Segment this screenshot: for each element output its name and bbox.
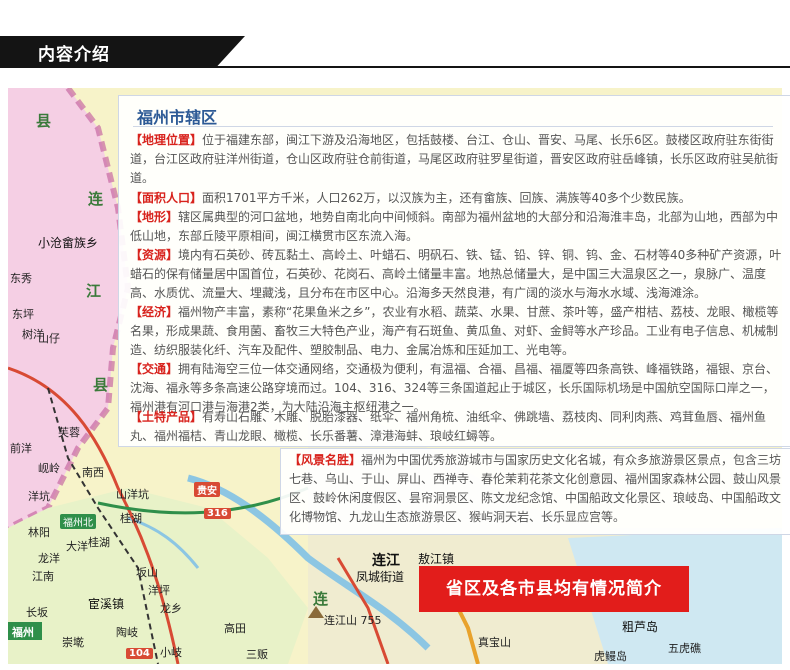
map-label-longyang: 龙洋 bbox=[38, 552, 60, 565]
text-population: 面积1701平方千米，人口262万，以汉族为主，还有畲族、回族、满族等40多个少… bbox=[202, 191, 691, 205]
map-label-wuhu: 五虎礁 bbox=[668, 642, 701, 655]
para-specialties: 【土特产品】有寿山石雕、木雕、脱胎漆器、纸伞、福州角梳、油纸伞、佛跳墙、荔枝肉、… bbox=[130, 408, 786, 446]
map-label-eling: 岘岭 bbox=[38, 462, 60, 475]
map-label-xiaoqi: 小岐 bbox=[160, 646, 182, 659]
map-label-zhenbao: 真宝山 bbox=[478, 636, 511, 649]
map-label-gongxiang: 宦溪镇 bbox=[88, 597, 125, 611]
tag-economy: 【经济】 bbox=[130, 305, 179, 319]
map-label-guihu: 桂湖 bbox=[120, 512, 142, 525]
map-label-nandian: 南西 bbox=[82, 466, 104, 479]
tag-scenic: 【风景名胜】 bbox=[289, 453, 362, 467]
map-label-cuqian: 粗芦岛 bbox=[622, 620, 659, 634]
info-panel: 福州市辖区 【地理位置】位于福建东部，闽江下游及沿海地区，包括鼓楼、台江、仓山、… bbox=[118, 95, 790, 447]
map-label-jiang: 江 bbox=[86, 282, 102, 300]
map-label-hulan: 虎鳗岛 bbox=[594, 650, 627, 663]
map-label-shanyang: 山洋坑 bbox=[116, 488, 149, 501]
section-title: 内容介绍 bbox=[38, 45, 110, 65]
text-terrain: 辖区属典型的河口盆地，地势自南北向中间倾斜。南部为福州盆地的大部分和沿海淮丰岛，… bbox=[130, 210, 779, 243]
tag-terrain: 【地形】 bbox=[130, 210, 179, 224]
map-label-qianyang: 前洋 bbox=[10, 442, 32, 455]
map-label-shangu: 山仔 bbox=[38, 332, 60, 345]
tag-population: 【面积人口】 bbox=[130, 191, 203, 205]
tag-specialties: 【土特产品】 bbox=[130, 410, 203, 424]
promo-banner: 省区及各市县均有情况简介 bbox=[419, 566, 689, 612]
section-divider bbox=[214, 66, 790, 68]
text-location: 位于福建东部，闽江下游及沿海地区，包括鼓楼、台江、仓山、晋安、马尾、长乐6区。鼓… bbox=[130, 133, 779, 185]
section-title-tab: 内容介绍 bbox=[0, 36, 245, 68]
map-label-guian: 贵安 bbox=[194, 482, 220, 497]
map-label-furong: 芙蓉 bbox=[58, 426, 80, 439]
map-label-yangkang: 洋坑 bbox=[28, 490, 50, 503]
para-resources: 【资源】境内有石英砂、砖瓦黏土、高岭土、叶蜡石、明矾石、铁、锰、铅、锌、铜、钨、… bbox=[130, 246, 786, 303]
para-location: 【地理位置】位于福建东部，闽江下游及沿海地区，包括鼓楼、台江、仓山、晋安、马尾、… bbox=[130, 131, 786, 188]
header-band bbox=[0, 0, 790, 40]
para-economy: 【经济】福州物产丰富，素称“花果鱼米之乡”，农业有水稻、蔬菜、水果、甘蔗、茶叶等… bbox=[130, 303, 786, 360]
tag-resources: 【资源】 bbox=[130, 248, 179, 262]
map-label-xian-top: 县 bbox=[36, 112, 52, 130]
text-transport: 拥有陆海空三位一体交通网络，交通极为便利，有温福、合福、昌福、福厦等四条高铁、峰… bbox=[130, 362, 779, 414]
info-panel-title: 福州市辖区 bbox=[137, 108, 218, 127]
map-label-xiaocang: 小沧畲族乡 bbox=[38, 236, 99, 250]
para-terrain: 【地形】辖区属典型的河口盆地，地势自南北向中间倾斜。南部为福州盆地的大部分和沿海… bbox=[130, 208, 786, 246]
text-economy: 福州物产丰富，素称“花果鱼米之乡”，农业有水稻、蔬菜、水果、甘蔗、茶叶等，盛产柑… bbox=[130, 305, 779, 357]
map-label-aojiang: 敖江镇 bbox=[418, 552, 455, 566]
map-label-g104: 104 bbox=[126, 648, 153, 659]
map-label-dayang: 大洋 bbox=[66, 540, 88, 553]
map-label-guizhou: 桂湖 bbox=[88, 536, 110, 549]
map-label-chongqian: 崇墘 bbox=[62, 636, 84, 649]
map-label-lian: 连 bbox=[88, 190, 104, 208]
map-label-jiangnan: 江南 bbox=[32, 570, 54, 583]
info-panel-rule bbox=[133, 126, 773, 127]
para-population: 【面积人口】面积1701平方千米，人口262万，以汉族为主，还有畲族、回族、满族… bbox=[130, 189, 786, 208]
map-label-banshan: 坂山 bbox=[136, 566, 158, 579]
map-label-longxiang: 龙乡 bbox=[160, 602, 182, 615]
map-label-fuzhoubei: 福州北 bbox=[60, 514, 96, 529]
tag-transport: 【交通】 bbox=[130, 362, 179, 376]
map-label-lianjiang: 连江 bbox=[372, 553, 400, 569]
map-label-yangqian: 洋坪 bbox=[148, 584, 170, 597]
para-scenic: 【风景名胜】福州为中国优秀旅游城市与国家历史文化名城，有众多旅游景区景点，包含三… bbox=[289, 451, 789, 527]
tag-location: 【地理位置】 bbox=[130, 133, 203, 147]
map-label-changbai: 长坂 bbox=[26, 606, 48, 619]
map-label-xian: 县 bbox=[93, 376, 109, 394]
map-label-sanfan: 三贩 bbox=[246, 648, 268, 661]
text-scenic: 福州为中国优秀旅游城市与国家历史文化名城，有众多旅游景区景点，包含三坊七巷、乌山… bbox=[289, 453, 782, 524]
map-label-dongxiu: 东秀 bbox=[10, 272, 32, 285]
map-label-fuzhou-badge: 福州 bbox=[12, 626, 34, 639]
map-label-lianjiang-peak: 连江山 755 bbox=[324, 614, 382, 627]
map-label-taoqian: 陶岐 bbox=[116, 626, 138, 639]
map-label-g316: 316 bbox=[204, 508, 231, 519]
map-label-fengcheng: 凤城街道 bbox=[356, 570, 405, 584]
text-resources: 境内有石英砂、砖瓦黏土、高岭土、叶蜡石、明矾石、铁、锰、铅、锌、铜、钨、金、石材… bbox=[130, 248, 782, 300]
scenic-panel: 【风景名胜】福州为中国优秀旅游城市与国家历史文化名城，有众多旅游景区景点，包含三… bbox=[280, 448, 790, 535]
map-label-gaotian: 高田 bbox=[224, 622, 246, 635]
map-label-dongping: 东坪 bbox=[12, 308, 34, 321]
map-label-linyuan: 林阳 bbox=[28, 526, 50, 539]
map-label-lian2: 连 bbox=[313, 590, 329, 608]
text-specialties: 有寿山石雕、木雕、脱胎漆器、纸伞、福州角梳、油纸伞、佛跳墙、荔枝肉、同利肉燕、鸡… bbox=[130, 410, 767, 443]
